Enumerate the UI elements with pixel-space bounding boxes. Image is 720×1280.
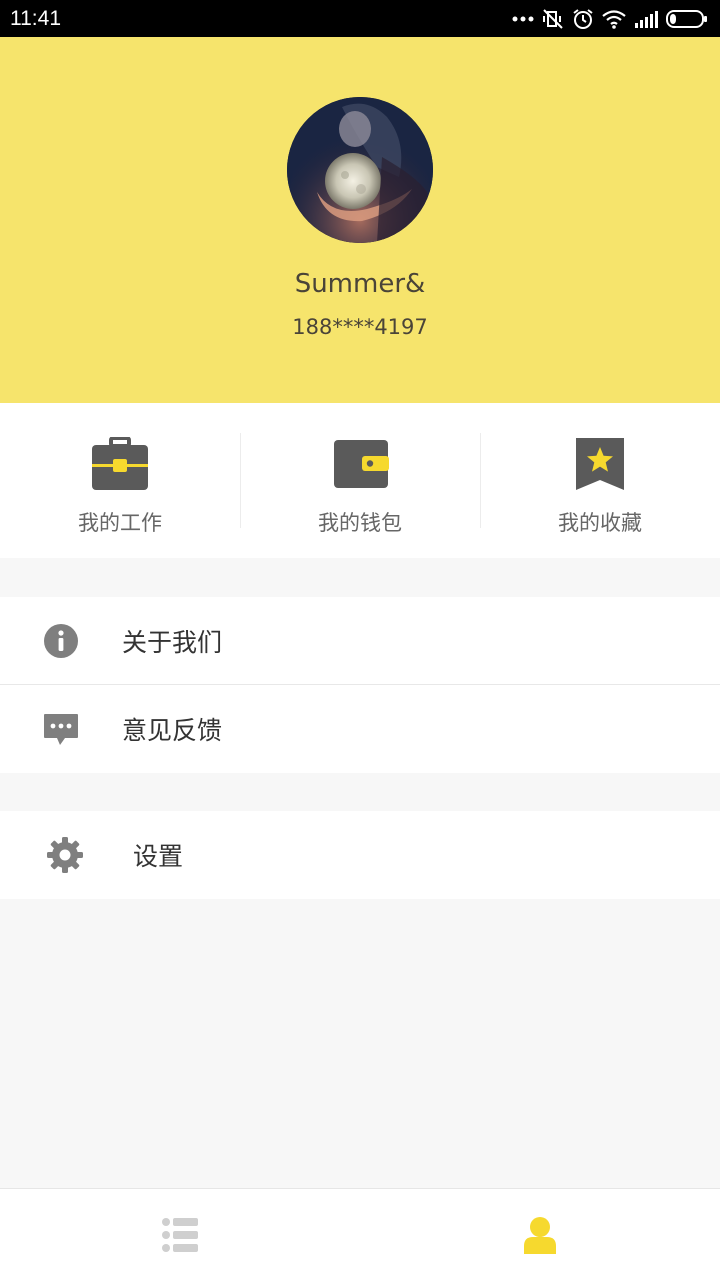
profile-header: Summer& 188****4197: [0, 37, 720, 403]
tab-list[interactable]: [0, 1189, 360, 1280]
menu-item-about[interactable]: 关于我们: [0, 597, 720, 685]
my-favorites-label: 我的收藏: [558, 511, 642, 535]
signal-icon: [635, 10, 658, 28]
user-phone: 188****4197: [292, 315, 428, 339]
avatar[interactable]: [287, 97, 433, 243]
menu-item-settings[interactable]: 设置: [0, 811, 720, 899]
user-icon: [524, 1217, 556, 1254]
tab-profile[interactable]: [360, 1189, 720, 1280]
bookmark-star-icon: [571, 437, 629, 491]
menu-settings-label: 设置: [133, 842, 184, 871]
wallet-icon: [331, 437, 389, 491]
vibrate-off-icon: [543, 8, 563, 29]
my-wallet-button[interactable]: 我的钱包: [240, 403, 480, 558]
avatar-image: [287, 97, 433, 243]
wifi-icon: [602, 9, 626, 29]
menu-group-settings: 设置: [0, 811, 720, 899]
my-favorites-button[interactable]: 我的收藏: [480, 403, 720, 558]
menu-feedback-label: 意见反馈: [122, 716, 223, 745]
status-time: 11:41: [10, 6, 61, 30]
list-icon: [162, 1218, 198, 1252]
message-icon: [43, 711, 79, 747]
bottom-nav: [0, 1188, 720, 1280]
quick-actions: 我的工作 我的钱包 我的收藏: [0, 403, 720, 558]
battery-icon: [666, 9, 707, 28]
my-wallet-label: 我的钱包: [318, 511, 402, 535]
more-dots-icon: [512, 16, 534, 21]
status-bar: 11:41: [0, 0, 720, 37]
briefcase-icon: [91, 437, 149, 491]
my-work-label: 我的工作: [78, 511, 162, 535]
menu-group-info: 关于我们 意见反馈: [0, 597, 720, 773]
gear-icon: [47, 837, 83, 873]
menu-item-feedback[interactable]: 意见反馈: [0, 685, 720, 773]
status-icons: [512, 8, 708, 30]
menu-about-label: 关于我们: [122, 628, 223, 657]
alarm-icon: [573, 8, 593, 29]
my-work-button[interactable]: 我的工作: [0, 403, 240, 558]
info-icon: [43, 623, 79, 659]
user-name: Summer&: [294, 269, 426, 299]
